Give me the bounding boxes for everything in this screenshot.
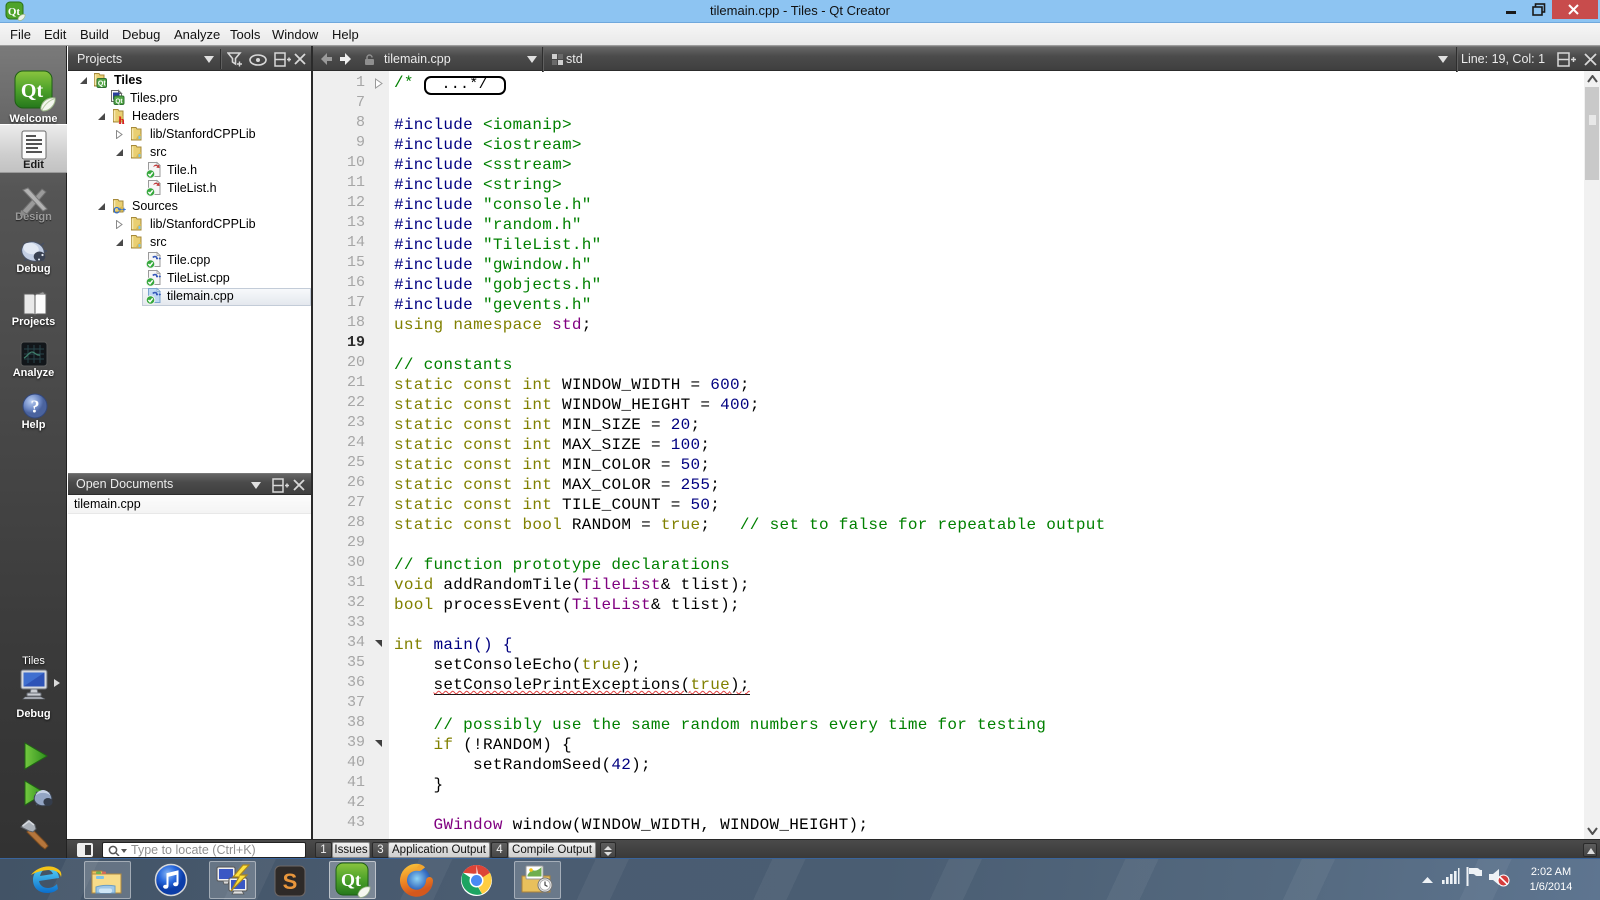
svg-text:S: S [283,869,298,894]
svg-text:Qt: Qt [341,870,361,890]
svg-text:Qt: Qt [8,6,21,18]
svg-text:Qt: Qt [21,80,44,102]
svg-text:Qt: Qt [115,98,123,105]
svg-text:++: ++ [118,207,126,214]
svg-text:Qt: Qt [98,81,106,88]
svg-text:?: ? [31,397,40,417]
svg-text:h: h [118,115,124,124]
